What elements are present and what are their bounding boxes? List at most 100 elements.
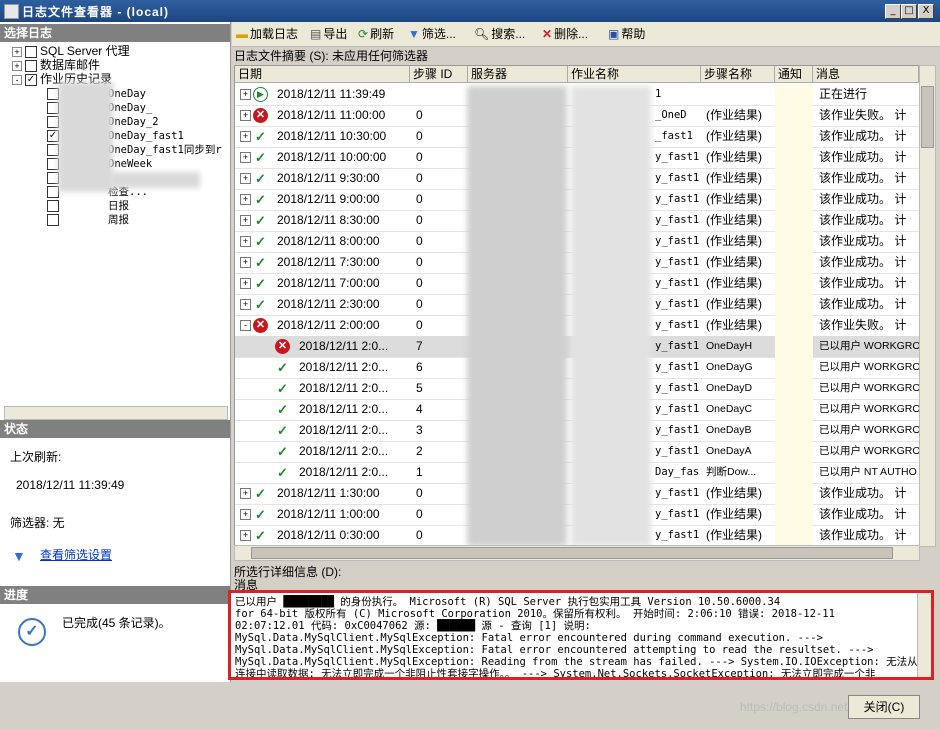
last-refresh-label: 上次刷新: <box>10 450 62 464</box>
step-id-cell: 5 <box>416 381 423 395</box>
help-icon: ▣ <box>608 27 620 41</box>
expand-toggle[interactable]: + <box>12 46 22 57</box>
job-name-cell: y_fast1 <box>655 361 699 373</box>
tree-item[interactable]: + SQL Server 代理 <box>12 44 130 58</box>
window-title: 日志文件查看器 - (local) <box>22 5 170 19</box>
detail-line: 02:07:12.01 代码: 0xC0047062 源: ██████ 源 -… <box>235 620 591 632</box>
column-header[interactable]: 消息 <box>813 66 919 83</box>
step-name-cell: (作业结果) <box>706 192 762 206</box>
expand-toggle[interactable]: + <box>240 110 251 121</box>
log-grid[interactable]: 日期 步骤 ID 服务器 作业名称 步骤名称 通知 消息 + ▶ 2018/12/11 11:3… <box>234 65 920 547</box>
job-name-cell: y_fast1 <box>655 193 699 205</box>
expand-toggle[interactable]: + <box>240 488 251 499</box>
step-id-cell: 0 <box>416 276 423 290</box>
tree-item-label: 日报 <box>108 200 129 212</box>
notify-cell <box>775 420 813 441</box>
success-check-icon: ✓ <box>255 171 266 186</box>
select-log-header: 选择日志 <box>0 24 230 42</box>
message-cell: 该作业成功。 计 <box>819 150 907 164</box>
tree-item[interactable]: 日报 <box>47 198 129 212</box>
message-cell: 已以用户 WORKGROU <box>819 382 919 394</box>
message-cell: 该作业成功。 计 <box>819 528 907 542</box>
expand-toggle[interactable]: + <box>240 194 251 205</box>
step-name-cell: (作业结果) <box>706 276 762 290</box>
error-icon: ✕ <box>253 108 268 123</box>
notify-cell <box>775 315 813 336</box>
tree-item-label: OneDay_fast1同步到r <box>108 144 222 156</box>
notify-cell <box>775 105 813 126</box>
expand-toggle[interactable]: + <box>240 152 251 163</box>
job-name-cell: y_fast1 <box>655 256 699 268</box>
expand-toggle[interactable]: + <box>240 131 251 142</box>
close-button[interactable]: 关闭(C) <box>848 695 920 719</box>
expand-toggle[interactable]: + <box>240 299 251 310</box>
error-icon: ✕ <box>275 339 290 354</box>
maximize-button[interactable]: □ <box>901 4 917 19</box>
notify-cell <box>775 231 813 252</box>
expand-toggle[interactable]: + <box>12 60 22 71</box>
search-icon: 🔍︎ <box>474 27 490 41</box>
step-name-cell: OneDayH <box>706 340 753 352</box>
job-name-cell: y_fast1 <box>655 277 699 289</box>
vscroll-thumb[interactable] <box>921 86 934 148</box>
column-header[interactable]: 日期 <box>235 66 410 83</box>
expand-toggle[interactable]: + <box>240 215 251 226</box>
load-log-button[interactable]: ▬ 加载日志 <box>236 26 298 42</box>
notify-cell <box>775 126 813 147</box>
tree-checkbox[interactable] <box>47 199 59 212</box>
expand-toggle[interactable]: + <box>240 530 251 541</box>
date-cell: 2018/12/11 10:30:00 <box>277 129 387 143</box>
tree-item-label: OneDay_fast1 <box>108 130 184 142</box>
expand-toggle[interactable]: - <box>12 74 22 85</box>
date-cell: 2018/12/11 0:30:00 <box>277 528 380 542</box>
delete-button[interactable]: ✕ 删除... <box>542 26 588 42</box>
tree-item[interactable]: + 数据库邮件 <box>12 58 100 72</box>
success-check-icon: ✓ <box>255 297 266 312</box>
message-cell: 该作业成功。 计 <box>819 486 907 500</box>
step-id-cell: 0 <box>416 528 423 542</box>
column-header[interactable]: 步骤名称 <box>701 66 775 83</box>
step-name-cell: (作业结果) <box>706 129 762 143</box>
column-header[interactable]: 作业名称 <box>568 66 701 83</box>
expand-toggle[interactable]: - <box>240 320 251 331</box>
tree-checkbox[interactable] <box>25 45 37 58</box>
success-check-icon: ✓ <box>255 486 266 501</box>
tree-checkbox[interactable] <box>25 59 37 72</box>
grid-hscrollbar[interactable] <box>234 545 920 561</box>
export-button[interactable]: ▤ 导出 <box>310 26 347 42</box>
grid-vscrollbar[interactable] <box>919 65 936 547</box>
refresh-button[interactable]: ⟳ 刷新 <box>358 26 394 42</box>
tree-item-label: OneWeek <box>108 158 153 170</box>
hscroll-thumb[interactable] <box>251 547 893 559</box>
expand-toggle[interactable]: + <box>240 173 251 184</box>
tree-item[interactable]: 周报 <box>47 212 129 226</box>
column-header[interactable]: 通知 <box>775 66 813 83</box>
tree-checkbox[interactable]: ✓ <box>25 73 37 86</box>
export-icon: ▤ <box>310 27 322 41</box>
message-cell: 该作业成功。 计 <box>819 234 907 248</box>
expand-toggle[interactable]: + <box>240 509 251 520</box>
close-window-button[interactable]: X <box>918 4 934 19</box>
running-icon: ▶ <box>253 87 268 102</box>
expand-toggle[interactable]: + <box>240 89 251 100</box>
redacted-block <box>110 172 200 188</box>
column-header[interactable]: 服务器 <box>468 66 568 83</box>
help-button[interactable]: ▣ 帮助 <box>608 26 645 42</box>
tree-checkbox[interactable] <box>47 213 59 226</box>
expand-toggle[interactable]: + <box>240 257 251 268</box>
minimize-button[interactable]: _ <box>885 4 901 19</box>
expand-toggle[interactable]: + <box>240 278 251 289</box>
success-check-icon: ✓ <box>255 150 266 165</box>
tree-hscrollbar[interactable] <box>4 406 228 420</box>
details-vscrollbar[interactable] <box>917 593 931 677</box>
message-cell: 该作业失败。 计 <box>819 318 907 332</box>
details-text[interactable]: 已以用户 ████████ 的身份执行。 Microsoft (R) SQL S… <box>228 590 934 680</box>
column-header[interactable]: 步骤 ID <box>410 66 468 83</box>
expand-toggle[interactable]: + <box>240 236 251 247</box>
job-name-cell: y_fast1 <box>655 235 699 247</box>
view-filter-link[interactable]: 查看筛选设置 <box>40 546 112 563</box>
filter-button[interactable]: ▼ 筛选... <box>408 26 456 42</box>
date-cell: 2018/12/11 2:0... <box>299 360 389 374</box>
search-button[interactable]: 🔍︎ 搜索... <box>474 26 525 42</box>
step-id-cell: 2 <box>416 444 423 458</box>
